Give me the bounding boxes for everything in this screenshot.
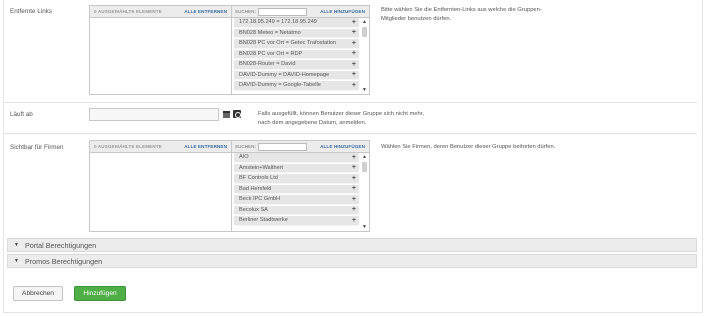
links-selected-panel: 0 AUSGEWÄHLTE ELEMENTE ALLE ENTFERNEN [90, 6, 232, 94]
plus-icon[interactable]: + [352, 50, 356, 57]
accordion-promos-permissions[interactable]: ▼ Promos Berechtigungen [7, 254, 697, 268]
chevron-down-icon[interactable]: ▼ [361, 87, 368, 93]
links-help-line-2: Mitglieder benutzen dürfen. [381, 15, 452, 22]
expiry-help-line-2: nach dem angegebene Datum, anmelden. [258, 119, 367, 126]
companies-list-item-label: Bad Hersfeld [239, 185, 272, 192]
expiry-help-line-1: Falls ausgefüllt, können Benutzer dieser… [258, 111, 424, 117]
links-help-line-1: Bitte wählen Sie die Entfernten-Links au… [381, 7, 542, 13]
plus-icon[interactable]: + [352, 185, 356, 192]
companies-search-group: SUCHEN: [235, 142, 307, 151]
links-add-all-link[interactable]: ALLE HINZUFÜGEN [320, 9, 365, 14]
expiry-help: Falls ausgefüllt, können Benutzer dieser… [258, 110, 424, 127]
companies-selected-header: 0 AUSGEWÄHLTE ELEMENTE ALLE ENTFERNEN [90, 141, 231, 153]
companies-scroll-thumb[interactable] [362, 162, 367, 172]
accordion-promos-label: Promos Berechtigungen [24, 256, 103, 266]
links-list-item[interactable]: BN028 Meteo = Netatmo + [234, 28, 359, 38]
companies-label: Sichtbar für Firmen [10, 144, 64, 151]
plus-icon[interactable]: + [352, 40, 356, 47]
companies-list-item[interactable]: BF Controls Ltd + [234, 174, 359, 184]
plus-icon[interactable]: + [352, 217, 356, 224]
plus-icon[interactable]: + [352, 175, 356, 182]
plus-icon[interactable]: + [352, 61, 356, 68]
links-search-label: SUCHEN: [235, 9, 256, 14]
links-available-panel: SUCHEN: ALLE HINZUFÜGEN 172.18.95.249 = … [232, 6, 369, 94]
companies-available-panel: SUCHEN: ALLE HINZUFÜGEN AIO + Amstein+Walt… [232, 141, 369, 231]
links-search-input[interactable] [257, 7, 307, 16]
plus-icon[interactable]: + [352, 71, 356, 78]
links-remove-all-link[interactable]: ALLE ENTFERNEN [184, 9, 227, 14]
divider [3, 133, 697, 134]
companies-list-item[interactable]: AIO + [234, 153, 359, 163]
add-button[interactable]: Hinzufügen [74, 286, 126, 301]
companies-available-list: AIO + Amstein+Walthert + BF Controls Ltd + Bad… [232, 153, 369, 231]
links-list-item-label: DAVID-Dummy = Google-Tabelle [239, 82, 321, 89]
links-available-list: 172.18.95.249 = 172.18.95.249 + BN028 Mete… [232, 18, 369, 94]
links-list-item[interactable]: DAVID-Dummy = DAVID-Homepage + [234, 70, 359, 80]
plus-icon[interactable]: + [352, 82, 356, 89]
companies-list-item[interactable]: Bad Hersfeld + [234, 184, 359, 194]
companies-list-item-label: AIO [239, 154, 249, 161]
companies-list-item[interactable]: Beck IPC GmbH + [234, 195, 359, 205]
companies-search-label: SUCHEN: [235, 144, 256, 149]
links-selected-count: 0 AUSGEWÄHLTE ELEMENTE [94, 9, 162, 14]
companies-list-item-label: Amstein+Walthert [239, 164, 284, 171]
companies-list-item-label: Becolux SA [239, 206, 268, 213]
chevron-up-icon[interactable]: ▲ [361, 154, 368, 160]
links-selected-header: 0 AUSGEWÄHLTE ELEMENTE ALLE ENTFERNEN [90, 6, 231, 18]
companies-add-all-link[interactable]: ALLE HINZUFÜGEN [320, 144, 365, 149]
links-label: Entfernte Links [10, 8, 53, 15]
links-help: Bitte wählen Sie die Entfernten-Links au… [381, 6, 542, 23]
plus-icon[interactable]: + [352, 154, 356, 161]
links-list-item[interactable]: 172.18.95.249 = 172.18.95.249 + [234, 18, 359, 28]
accordion-portal-permissions[interactable]: ▼ Portal Berechtigungen [7, 238, 697, 252]
chevron-up-icon[interactable]: ▲ [361, 19, 368, 25]
plus-icon[interactable]: + [352, 164, 356, 171]
companies-help: Wählen Sie Firmen, deren Benutzer dieser… [381, 144, 556, 150]
companies-remove-all-link[interactable]: ALLE ENTFERNEN [184, 144, 227, 149]
companies-list-item[interactable]: Amstein+Walthert + [234, 163, 359, 173]
companies-list-item-label: Beck IPC GmbH [239, 196, 281, 203]
links-list-item-label: BN028 PC vor Ort = Getec Trafostation [239, 40, 337, 47]
companies-list-item-label: BF Controls Ltd [239, 175, 278, 182]
companies-multiselect: 0 AUSGEWÄHLTE ELEMENTE ALLE ENTFERNEN SU… [89, 140, 370, 232]
accordion-portal-label: Portal Berechtigungen [24, 240, 97, 250]
links-scrollbar[interactable]: ▲ ▼ [361, 19, 368, 93]
companies-search-input[interactable] [257, 142, 307, 151]
links-multiselect: 0 AUSGEWÄHLTE ELEMENTE ALLE ENTFERNEN SU… [89, 5, 370, 95]
plus-icon[interactable]: + [352, 29, 356, 36]
links-scroll-thumb[interactable] [362, 27, 367, 37]
links-list-item[interactable]: BN028 PC vor Ort = RDP + [234, 49, 359, 59]
caret-down-icon: ▼ [14, 258, 19, 264]
companies-available-header: SUCHEN: ALLE HINZUFÜGEN [232, 141, 369, 153]
links-available-header: SUCHEN: ALLE HINZUFÜGEN [232, 6, 369, 18]
companies-list-item-label: Berliner Stadtwerke [239, 217, 288, 224]
companies-list-item[interactable]: Berliner Stadtwerke + [234, 216, 359, 226]
calendar-icon[interactable] [223, 111, 230, 118]
links-list-item[interactable]: BN028-Router = David + [234, 60, 359, 70]
plus-icon[interactable]: + [352, 19, 356, 26]
expiry-date-input[interactable] [89, 108, 219, 121]
links-list-item-label: BN028-Router = David [239, 61, 296, 68]
chevron-down-icon[interactable]: ▼ [361, 224, 368, 230]
links-search-group: SUCHEN: [235, 7, 307, 16]
companies-scrollbar[interactable]: ▲ ▼ [361, 154, 368, 230]
links-list-item-label: BN028 Meteo = Netatmo [239, 29, 301, 36]
companies-list-item[interactable]: Becolux SA + [234, 205, 359, 215]
links-list-item[interactable]: BN028 PC vor Ort = Getec Trafostation + [234, 39, 359, 49]
links-list-item[interactable]: DAVID-Dummy = Google-Tabelle + [234, 81, 359, 91]
plus-icon[interactable]: + [352, 196, 356, 203]
links-list-item-label: BN028 PC vor Ort = RDP [239, 50, 303, 57]
divider [3, 102, 697, 103]
caret-down-icon: ▼ [14, 242, 19, 248]
cancel-button[interactable]: Abbrechen [13, 286, 63, 301]
clear-icon[interactable] [233, 110, 241, 118]
plus-icon[interactable]: + [352, 206, 356, 213]
links-list-item-label: DAVID-Dummy = DAVID-Homepage [239, 71, 330, 78]
companies-selected-count: 0 AUSGEWÄHLTE ELEMENTE [94, 144, 162, 149]
links-list-item-label: 172.18.95.249 = 172.18.95.249 [239, 19, 317, 26]
expiry-label: Läuft ab [10, 111, 33, 118]
companies-selected-panel: 0 AUSGEWÄHLTE ELEMENTE ALLE ENTFERNEN [90, 141, 232, 231]
